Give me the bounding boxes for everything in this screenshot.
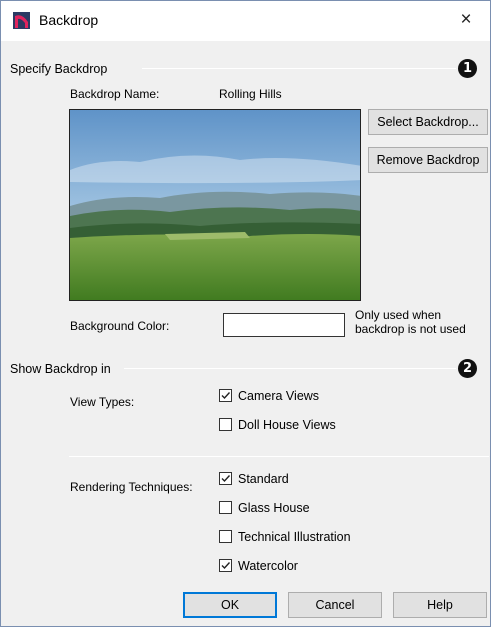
remove-backdrop-button[interactable]: Remove Backdrop [368, 147, 488, 173]
backdrop-name-value: Rolling Hills [219, 87, 282, 101]
hint-line-2: backdrop is not used [355, 322, 466, 336]
checkbox-box[interactable] [219, 389, 232, 402]
checkbox-label: Watercolor [238, 559, 298, 573]
background-color-swatch[interactable] [223, 313, 345, 337]
window-title: Backdrop [39, 12, 99, 28]
checkbox-label: Technical Illustration [238, 530, 351, 544]
checkbox-box[interactable] [219, 559, 232, 572]
cancel-button[interactable]: Cancel [288, 592, 382, 618]
specify-divider [142, 68, 456, 69]
close-icon[interactable]: × [451, 6, 481, 34]
backdrop-name-label: Backdrop Name: [70, 87, 160, 101]
backdrop-preview-image [69, 109, 361, 301]
title-bar: Backdrop × [1, 1, 490, 41]
checkbox-label: Standard [238, 472, 289, 486]
show-backdrop-label: Show Backdrop in [10, 362, 111, 376]
checkbox-box[interactable] [219, 530, 232, 543]
app-icon [13, 12, 30, 29]
checkbox-label: Glass House [238, 501, 310, 515]
select-backdrop-button[interactable]: Select Backdrop... [368, 109, 488, 135]
rendering-divider [69, 456, 489, 457]
checkbox-box[interactable] [219, 501, 232, 514]
callout-2-badge: 2 [458, 359, 477, 378]
rendering-techniques-label: Rendering Techniques: [70, 480, 193, 494]
ok-button[interactable]: OK [183, 592, 277, 618]
show-divider [124, 368, 456, 369]
checkbox-label: Doll House Views [238, 418, 336, 432]
checkbox-box[interactable] [219, 418, 232, 431]
callout-1-badge: 1 [458, 59, 477, 78]
background-color-label: Background Color: [70, 319, 170, 333]
backdrop-dialog: Backdrop × Specify Backdrop 1 Backdrop N… [0, 0, 491, 627]
hint-line-1: Only used when [355, 308, 442, 322]
background-color-hint: Only used when backdrop is not used [355, 308, 490, 336]
checkbox-label: Camera Views [238, 389, 320, 403]
help-button[interactable]: Help [393, 592, 487, 618]
checkbox-box[interactable] [219, 472, 232, 485]
view-types-label: View Types: [70, 395, 135, 409]
specify-backdrop-label: Specify Backdrop [10, 62, 108, 76]
